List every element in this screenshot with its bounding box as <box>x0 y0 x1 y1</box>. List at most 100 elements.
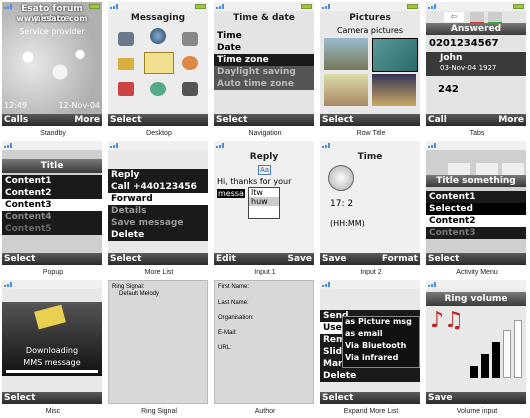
softkey-left[interactable]: Edit <box>216 253 236 265</box>
more-item[interactable]: Call +440123456 <box>108 181 208 193</box>
thumbnail-water[interactable] <box>372 38 418 72</box>
softkey-bar: Save Format <box>320 253 420 265</box>
thumbnail-field[interactable] <box>324 74 368 106</box>
softkey-left[interactable]: Select <box>322 114 353 126</box>
cell-standby: Esato forum picture www.esato.com Servic… <box>0 0 106 139</box>
screen: Title something Content1 Selected Conten… <box>426 141 526 265</box>
cell-author: First Name: Last Name: Organisation: E-M… <box>212 278 318 417</box>
calendar-icon[interactable] <box>118 82 134 96</box>
cell-misc: Downloading MMS message Select Misc <box>0 278 106 417</box>
screen: Reply Call +440123456 Forward Details Sa… <box>108 141 208 265</box>
screen-title: Time & date <box>233 13 295 23</box>
star-icon[interactable] <box>182 56 198 70</box>
popup-item[interactable]: Content5 <box>2 223 102 235</box>
softkey-left[interactable]: Select <box>4 392 35 404</box>
suggestion-item[interactable]: ltw <box>249 188 279 197</box>
more-item[interactable]: Reply <box>108 169 208 181</box>
download-line-2: MMS message <box>23 358 81 367</box>
softkey-left[interactable]: Save <box>322 253 347 265</box>
softkey-right[interactable]: Save <box>287 253 312 265</box>
contact-name-row[interactable]: John 03-Nov-04 1927 <box>426 52 526 76</box>
tab-answered[interactable]: ⇦ <box>444 12 464 22</box>
author-field-label: E-Mail: <box>218 330 237 336</box>
phonebook-icon[interactable] <box>118 32 134 46</box>
expand-item[interactable]: Delete <box>320 370 420 382</box>
nav-item[interactable]: Daylight saving <box>214 66 314 78</box>
nav-item[interactable]: Auto time zone <box>214 78 314 90</box>
softkey-right[interactable]: More <box>498 114 524 126</box>
text-line-1[interactable]: Hi, thanks for your <box>217 177 291 186</box>
volume-level-bars[interactable] <box>470 318 524 378</box>
more-item[interactable]: Details <box>108 205 208 217</box>
caption: Desktop <box>146 130 172 137</box>
author-field-label: First Name: <box>218 284 250 290</box>
cell-volume: Ring volume ♪♫ Save Volume input <box>424 278 530 417</box>
softkey-left[interactable]: Save <box>428 392 453 404</box>
submenu-item[interactable]: as email <box>343 329 419 341</box>
softkey-left[interactable]: Select <box>110 253 141 265</box>
softkey-right[interactable]: More <box>74 114 100 126</box>
activity-item[interactable]: Content2 <box>426 215 526 227</box>
folder-icon[interactable] <box>118 58 134 70</box>
tools-icon[interactable] <box>182 32 198 46</box>
popup-item[interactable]: Content2 <box>2 187 102 199</box>
status-bar <box>320 280 420 289</box>
battery-icon <box>301 4 312 9</box>
status-bar <box>426 2 526 11</box>
softkey-bar: Select <box>320 392 420 404</box>
popup-item[interactable]: Content1 <box>2 175 102 187</box>
globe-icon[interactable] <box>150 28 166 44</box>
popup-item[interactable]: Content4 <box>2 211 102 223</box>
popup-item-selected[interactable]: Content3 <box>2 199 102 211</box>
submenu-item[interactable]: as Picture msg <box>343 317 419 329</box>
camera-icon[interactable] <box>182 82 198 96</box>
submenu-item[interactable]: Via infrared <box>343 353 419 365</box>
screen: Time 17: 2 (HH:MM) Save Format <box>320 141 420 265</box>
softkey-bar: Save <box>426 392 526 404</box>
softkey-left[interactable]: Select <box>110 114 141 126</box>
envelope-icon[interactable] <box>144 52 174 74</box>
nav-item[interactable]: Time <box>214 30 314 42</box>
softkey-right[interactable]: Format <box>382 253 418 265</box>
signal-icon <box>216 143 225 148</box>
signal-icon <box>4 143 13 148</box>
activity-item[interactable]: Content1 <box>426 191 526 203</box>
nav-item-selected[interactable]: Time zone <box>214 54 314 66</box>
activity-tab[interactable] <box>476 163 498 175</box>
more-item[interactable]: Save message <box>108 217 208 229</box>
screen: ⇦ Answered 0201234567 John 03-Nov-04 192… <box>426 2 526 126</box>
softkey-left[interactable]: Calls <box>4 114 28 126</box>
thumbnail-night[interactable] <box>372 74 416 106</box>
softkey-left[interactable]: Select <box>322 392 353 404</box>
softkey-left[interactable]: Select <box>428 253 459 265</box>
standby-date: 12-Nov-04 <box>58 101 100 110</box>
author-field-label: URL: <box>218 345 232 351</box>
battery-icon <box>195 4 206 9</box>
watermark-url: www.esato.com <box>16 14 88 23</box>
signal-icon <box>216 4 225 9</box>
activity-tab[interactable] <box>502 163 524 175</box>
more-item-selected[interactable]: Forward <box>108 193 208 205</box>
standby-time: 12:49 <box>4 101 28 110</box>
nav-item[interactable]: Date <box>214 42 314 54</box>
cell-input1: Reply Aa Hi, thanks for your messa ltw h… <box>212 139 318 278</box>
activity-tab[interactable] <box>448 163 470 175</box>
softkey-left[interactable]: Select <box>216 114 247 126</box>
softkey-left[interactable]: Select <box>4 253 35 265</box>
softkey-left[interactable]: Call <box>428 114 447 126</box>
submenu-item[interactable]: Via Bluetooth <box>343 341 419 353</box>
suggestion-item-selected[interactable]: huw <box>249 197 279 206</box>
softkey-bar: Select <box>2 392 102 404</box>
more-item[interactable]: Delete <box>108 229 208 241</box>
softkey-bar: Select <box>2 253 102 265</box>
activity-item-selected[interactable]: Selected <box>426 203 526 215</box>
connectivity-icon[interactable] <box>150 82 166 96</box>
screen: Ring Signal: Default Melody <box>108 280 208 404</box>
status-bar <box>320 141 420 150</box>
thumbnail-street[interactable] <box>324 38 368 70</box>
softkey-bar: Call More <box>426 114 526 126</box>
text-line-2[interactable]: messa <box>217 189 245 198</box>
activity-item[interactable]: Content3 <box>426 227 526 239</box>
time-value[interactable]: 17: 2 <box>330 199 353 209</box>
screen-title: Pictures <box>349 13 391 23</box>
